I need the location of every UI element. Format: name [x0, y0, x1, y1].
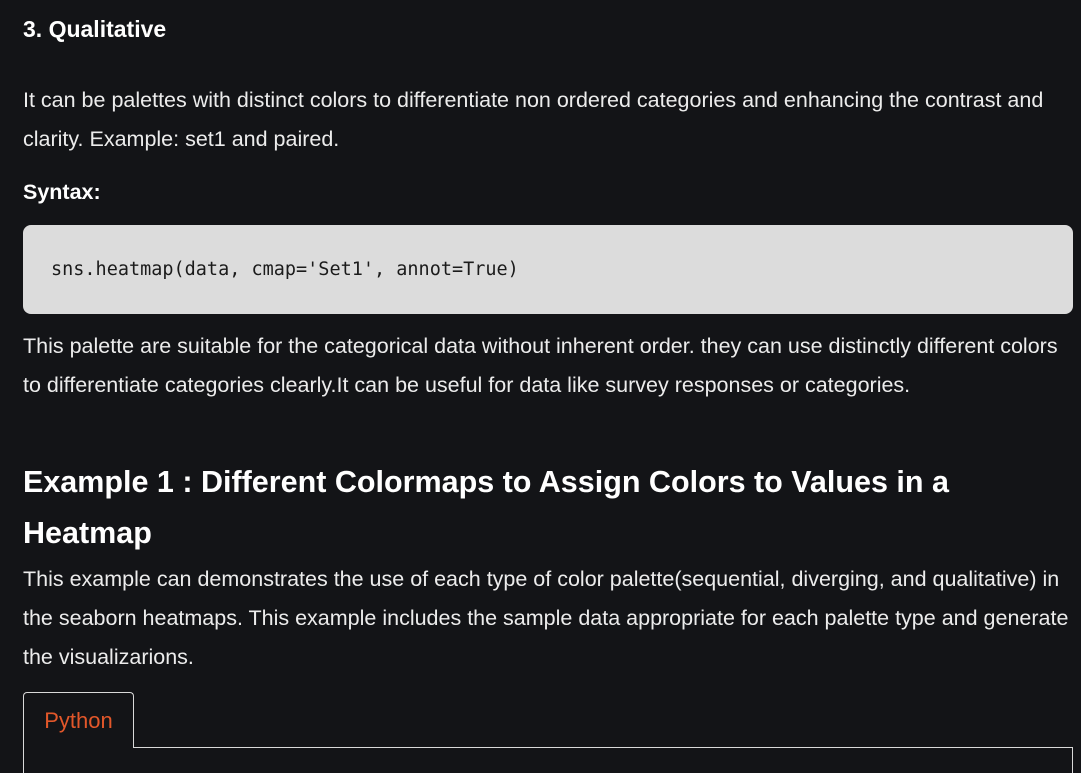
section-description: It can be palettes with distinct colors … [23, 88, 1044, 151]
article-content: 3. Qualitative It can be palettes with d… [0, 0, 1081, 773]
section-heading: 3. Qualitative [23, 16, 167, 42]
tab-python-label: Python [44, 707, 113, 733]
palette-note: This palette are suitable for the catego… [23, 334, 1058, 397]
example-heading: Example 1 : Different Colormaps to Assig… [23, 465, 949, 550]
syntax-label: Syntax: [23, 180, 101, 204]
code-block[interactable]: sns.heatmap(data, cmap='Set1', annot=Tru… [23, 225, 1073, 314]
tab-python[interactable]: Python [23, 692, 134, 748]
code-tab-panel [23, 747, 1073, 773]
code-text[interactable]: sns.heatmap(data, cmap='Set1', annot=Tru… [51, 259, 519, 280]
example-description: This example can demonstrates the use of… [23, 567, 1069, 669]
